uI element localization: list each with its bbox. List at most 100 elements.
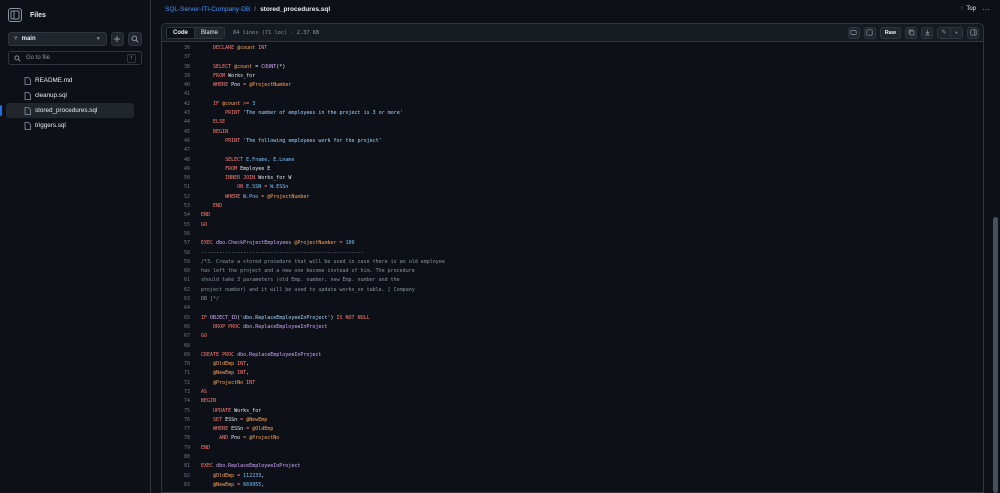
line-number[interactable]: 48 <box>162 156 190 165</box>
kebab-menu-icon[interactable]: ⋯ <box>982 5 990 14</box>
search-button[interactable] <box>128 32 143 46</box>
line-number[interactable]: 59 <box>162 258 190 267</box>
line-number[interactable]: 39 <box>162 72 190 81</box>
sidebar-collapse-icon[interactable] <box>8 8 22 22</box>
line-number[interactable]: 73 <box>162 388 190 397</box>
pencil-icon[interactable]: ✎ <box>938 27 950 38</box>
code-token: GO <box>201 221 208 228</box>
code-token: E.SSN <box>243 184 265 191</box>
code-line: 73 AS <box>162 388 983 397</box>
line-number[interactable]: 70 <box>162 360 190 369</box>
code-tab[interactable]: Code <box>167 27 195 38</box>
line-number[interactable]: 72 <box>162 379 190 388</box>
line-number[interactable]: 52 <box>162 193 190 202</box>
line-number[interactable]: 54 <box>162 211 190 220</box>
line-number[interactable]: 67 <box>162 332 190 341</box>
line-number[interactable]: 46 <box>162 137 190 146</box>
line-number[interactable]: 58 <box>162 249 190 258</box>
code-token: AND <box>219 435 229 442</box>
code-token: /*3. Create a stored procedure that will… <box>201 258 445 265</box>
line-number[interactable]: 50 <box>162 174 190 183</box>
code-token: @ProjectNumber <box>246 82 292 89</box>
line-number[interactable]: 65 <box>162 314 190 323</box>
file-tree-item-triggers[interactable]: triggers.sql <box>6 118 134 133</box>
line-number[interactable]: 77 <box>162 425 190 434</box>
file-tree-item-stored-procedures[interactable]: stored_procedures.sql <box>0 103 134 118</box>
line-number[interactable]: 66 <box>162 323 190 332</box>
line-number[interactable]: 68 <box>162 342 190 351</box>
code-text: /*3. Create a stored procedure that will… <box>190 258 445 267</box>
copilot-button[interactable] <box>847 26 860 39</box>
page-scrollbar[interactable] <box>993 0 998 493</box>
raw-button[interactable]: Raw <box>879 26 901 39</box>
breadcrumb-repo-link[interactable]: SQL-Server-ITI-Company-DB <box>165 6 250 13</box>
line-number[interactable]: 37 <box>162 53 190 62</box>
code-token: @ProjectNo <box>246 435 280 442</box>
blame-tab[interactable]: Blame <box>195 27 225 38</box>
line-number[interactable]: 63 <box>162 295 190 304</box>
preview-button[interactable] <box>863 26 876 39</box>
line-number[interactable]: 78 <box>162 434 190 443</box>
code-line: 55 GO <box>162 221 983 230</box>
download-button[interactable] <box>921 26 933 39</box>
line-number[interactable]: 61 <box>162 276 190 285</box>
line-number[interactable]: 36 <box>162 44 190 53</box>
line-number[interactable]: 55 <box>162 221 190 230</box>
line-number[interactable]: 42 <box>162 100 190 109</box>
line-number[interactable]: 74 <box>162 397 190 406</box>
line-number[interactable]: 38 <box>162 63 190 72</box>
line-number[interactable]: 45 <box>162 128 190 137</box>
line-number[interactable]: 47 <box>162 146 190 155</box>
line-number[interactable]: 56 <box>162 230 190 239</box>
line-number[interactable]: 43 <box>162 109 190 118</box>
file-name: README.md <box>35 77 73 84</box>
add-file-button[interactable] <box>110 32 125 46</box>
code-token: dbo.ReplaceEmployeeInProject <box>240 323 328 330</box>
code-line: 68 <box>162 342 983 351</box>
scrollbar-thumb[interactable] <box>993 217 998 493</box>
copy-raw-button[interactable] <box>905 26 917 39</box>
file-tree-item-cleanup[interactable]: cleanup.sql <box>6 88 134 103</box>
code-line: 75 UPDATE Works_for <box>162 407 983 416</box>
line-number[interactable]: 62 <box>162 286 190 295</box>
line-number[interactable]: 75 <box>162 407 190 416</box>
code-viewer[interactable]: 36 DECLARE @count INT 37 38 SELECT @count … <box>162 42 983 492</box>
symbols-panel-button[interactable] <box>967 26 979 39</box>
line-number[interactable]: 76 <box>162 416 190 425</box>
file-tree-item-readme[interactable]: README.md <box>6 73 134 88</box>
line-number[interactable]: 71 <box>162 369 190 378</box>
code-text: should take 3 parameters (old Emp. numbe… <box>190 276 400 285</box>
line-number[interactable]: 49 <box>162 165 190 174</box>
line-number[interactable]: 41 <box>162 90 190 99</box>
line-number[interactable]: 64 <box>162 304 190 313</box>
go-to-file-input[interactable]: Go to file t <box>8 51 142 65</box>
code-token: COUNT <box>261 63 277 70</box>
line-number[interactable]: 83 <box>162 481 190 490</box>
line-number[interactable]: 40 <box>162 81 190 90</box>
code-text: @NewEmp INT, <box>190 369 249 378</box>
line-number[interactable]: 44 <box>162 118 190 127</box>
line-number[interactable]: 60 <box>162 267 190 276</box>
line-number[interactable]: 51 <box>162 183 190 192</box>
line-number[interactable]: 57 <box>162 239 190 248</box>
view-mode-toggle: Code Blame <box>166 26 226 39</box>
file-content-box: Code Blame 84 lines (71 loc) · 2.37 KB R… <box>161 23 984 493</box>
line-number[interactable]: 79 <box>162 444 190 453</box>
line-number[interactable]: 82 <box>162 472 190 481</box>
line-number[interactable]: 80 <box>162 453 190 462</box>
code-token: INT <box>237 370 247 377</box>
line-number[interactable]: 53 <box>162 202 190 211</box>
top-button[interactable]: ↑ Top <box>960 6 976 12</box>
edit-button-group: ✎ ▼ <box>937 26 963 39</box>
line-number[interactable]: 81 <box>162 462 190 471</box>
branch-selector[interactable]: ⑂ main ▼ <box>8 32 107 46</box>
line-number[interactable]: 69 <box>162 351 190 360</box>
chevron-down-icon[interactable]: ▼ <box>950 27 962 38</box>
